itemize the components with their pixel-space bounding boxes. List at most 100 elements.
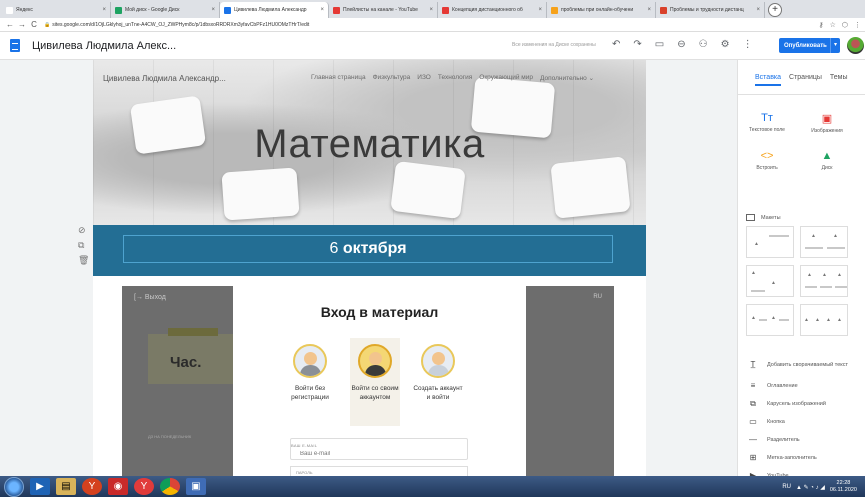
- tab-close-icon[interactable]: ×: [647, 7, 651, 13]
- address-bar: ← → C 🔒 sites.google.com/d/1OjLGklyhoj_un…: [0, 18, 865, 32]
- url-text: sites.google.com/d/1OjLGklyhoj_unTne-A4C…: [52, 21, 310, 28]
- login-title: Вход в материал: [320, 304, 439, 320]
- date-text-box[interactable]: 6 октября: [123, 235, 613, 263]
- insert-text-box[interactable]: Tт Текстовое поле: [744, 112, 790, 133]
- layouts-header[interactable]: Макеты: [746, 214, 781, 221]
- window-icon[interactable]: ▣: [186, 478, 206, 495]
- login-option-guest[interactable]: Войти без регистрации: [285, 338, 335, 402]
- tab-close-icon[interactable]: ×: [320, 7, 324, 13]
- component-item[interactable]: ≡ Оглавление: [748, 381, 865, 390]
- insert-images[interactable]: ▣ Изображения: [804, 112, 850, 134]
- site-nav-link[interactable]: Окружающий мир: [479, 74, 533, 82]
- browser-tab[interactable]: Яндекс ×: [2, 2, 111, 18]
- undo-icon[interactable]: ↶: [612, 39, 620, 50]
- sites-logo-icon[interactable]: [10, 39, 20, 52]
- site-nav-link[interactable]: Дополнительно ⌄: [540, 74, 594, 82]
- embed-card-tag: [168, 328, 218, 336]
- tab-close-icon[interactable]: ×: [538, 7, 542, 13]
- component-item[interactable]: — Разделитель: [748, 435, 865, 444]
- component-item[interactable]: T̲ Добавить сворачиваемый текст: [748, 360, 865, 369]
- browser-tab[interactable]: проблемы при онлайн-обучени ×: [547, 2, 656, 18]
- component-item[interactable]: ⧉ Карусель изображений: [748, 399, 865, 409]
- image-placeholder-icon: ▲: [751, 315, 756, 321]
- site-nav-link[interactable]: ИЗО: [417, 74, 431, 82]
- link-icon[interactable]: ⊖: [677, 39, 685, 50]
- layout-option[interactable]: ▲ ▲ ▲: [800, 265, 848, 297]
- tab-favicon-icon: [6, 6, 13, 14]
- embed-language[interactable]: RU: [593, 294, 602, 300]
- insert-drive[interactable]: ▲ Диск: [804, 150, 850, 171]
- browser-tab[interactable]: Мой диск - Google Диск ×: [111, 2, 220, 18]
- back-button[interactable]: ←: [4, 20, 16, 29]
- tab-title: Концепция дистанционного об: [452, 7, 523, 13]
- publish-dropdown-icon[interactable]: ▾: [830, 38, 840, 53]
- duplicate-icon[interactable]: ⧉: [78, 240, 89, 251]
- browser-tab[interactable]: Цивилева Людмила Александр ×: [220, 2, 329, 18]
- clock[interactable]: 22:28 06.11.2020: [830, 480, 857, 494]
- media-player-icon[interactable]: ▶: [30, 478, 50, 495]
- star-icon[interactable]: ☆: [830, 21, 836, 29]
- palette-icon[interactable]: ⊘: [78, 225, 89, 236]
- site-name[interactable]: Цивилева Людмила Александр...: [103, 74, 226, 83]
- tab-close-icon[interactable]: ×: [211, 7, 215, 13]
- url-field[interactable]: 🔒 sites.google.com/d/1OjLGklyhoj_unTne-A4…: [44, 22, 818, 28]
- layout-option[interactable]: ▲ ▲ ▲ ▲: [800, 304, 848, 336]
- component-label: Разделитель: [767, 436, 800, 443]
- date-section: 6 октября: [93, 225, 646, 276]
- site-nav-link[interactable]: Главная страница: [311, 74, 366, 82]
- tab-title: проблемы при онлайн-обучени: [561, 7, 634, 13]
- layout-option[interactable]: ▲ ▲: [746, 265, 794, 297]
- preview-icon[interactable]: ▭: [655, 39, 664, 50]
- tab-close-icon[interactable]: ×: [102, 7, 106, 13]
- panel-tab[interactable]: Страницы: [789, 74, 822, 86]
- browser-tab[interactable]: Плейлисты на канале - YouTube ×: [329, 2, 438, 18]
- component-item[interactable]: ▭ Кнопка: [748, 417, 865, 426]
- settings-icon[interactable]: ⚙: [721, 39, 730, 50]
- tab-close-icon[interactable]: ×: [756, 7, 760, 13]
- layout-option[interactable]: ▲ ▲: [746, 304, 794, 336]
- publish-button[interactable]: Опубликовать ▾: [779, 38, 840, 53]
- extension-icon[interactable]: ⬡: [842, 21, 848, 29]
- chrome-icon[interactable]: [160, 478, 180, 495]
- start-button[interactable]: [4, 476, 24, 497]
- forward-button[interactable]: →: [16, 20, 28, 29]
- insert-embed[interactable]: <> Встроить: [744, 150, 790, 171]
- login-option-account[interactable]: Войти со своим аккаунтом: [350, 338, 400, 426]
- avatar[interactable]: [847, 37, 864, 54]
- component-item[interactable]: ⊞ Метка-заполнитель: [748, 453, 865, 462]
- image-placeholder-icon: ▲: [804, 317, 809, 323]
- panel-tab[interactable]: Темы: [830, 74, 848, 86]
- tab-close-icon[interactable]: ×: [429, 7, 433, 13]
- yandex-icon[interactable]: Y: [134, 478, 154, 495]
- document-title[interactable]: Цивилева Людмила Алекс...: [32, 40, 176, 52]
- text-box-icon: Tт: [761, 112, 773, 124]
- email-field[interactable]: [290, 438, 468, 460]
- graduate-icon: [358, 344, 392, 378]
- key-icon[interactable]: ⚷: [818, 21, 823, 29]
- panel-tab[interactable]: Вставка: [755, 74, 782, 86]
- browser-tab[interactable]: Концепция дистанционного об ×: [438, 2, 547, 18]
- reload-button[interactable]: C: [28, 20, 40, 29]
- more-icon[interactable]: ⋮: [743, 39, 753, 50]
- yandex-browser-icon[interactable]: Y: [82, 478, 102, 495]
- folder-icon[interactable]: ▤: [56, 478, 76, 495]
- language-indicator[interactable]: RU: [782, 484, 791, 490]
- tab-title: Проблемы и трудности дистанц: [670, 7, 744, 13]
- redo-icon[interactable]: ↷: [633, 39, 641, 50]
- site-nav-link[interactable]: Физкультура: [373, 74, 411, 82]
- site-nav-link[interactable]: Технология: [438, 74, 472, 82]
- page-title[interactable]: Математика: [93, 122, 646, 167]
- new-tab-button[interactable]: +: [768, 3, 782, 17]
- embed-exit-link[interactable]: [→ Выход: [134, 294, 166, 301]
- tray-icons[interactable]: ▲ ✎ ◔ ♪ ◢: [796, 484, 825, 491]
- layout-option[interactable]: ▲: [746, 226, 794, 258]
- hero-banner[interactable]: Цивилева Людмила Александр... Главная ст…: [93, 60, 646, 225]
- login-option-register[interactable]: Создать аккаунт и войти: [413, 338, 463, 402]
- image-placeholder-icon: ▲: [826, 317, 831, 323]
- layout-option[interactable]: ▲ ▲: [800, 226, 848, 258]
- share-icon[interactable]: ⚇: [699, 39, 708, 50]
- delete-icon[interactable]: 🗑: [78, 255, 89, 266]
- app-icon[interactable]: ◉: [108, 478, 128, 495]
- menu-icon[interactable]: ⋮: [854, 21, 861, 29]
- browser-tab[interactable]: Проблемы и трудности дистанц ×: [656, 2, 765, 18]
